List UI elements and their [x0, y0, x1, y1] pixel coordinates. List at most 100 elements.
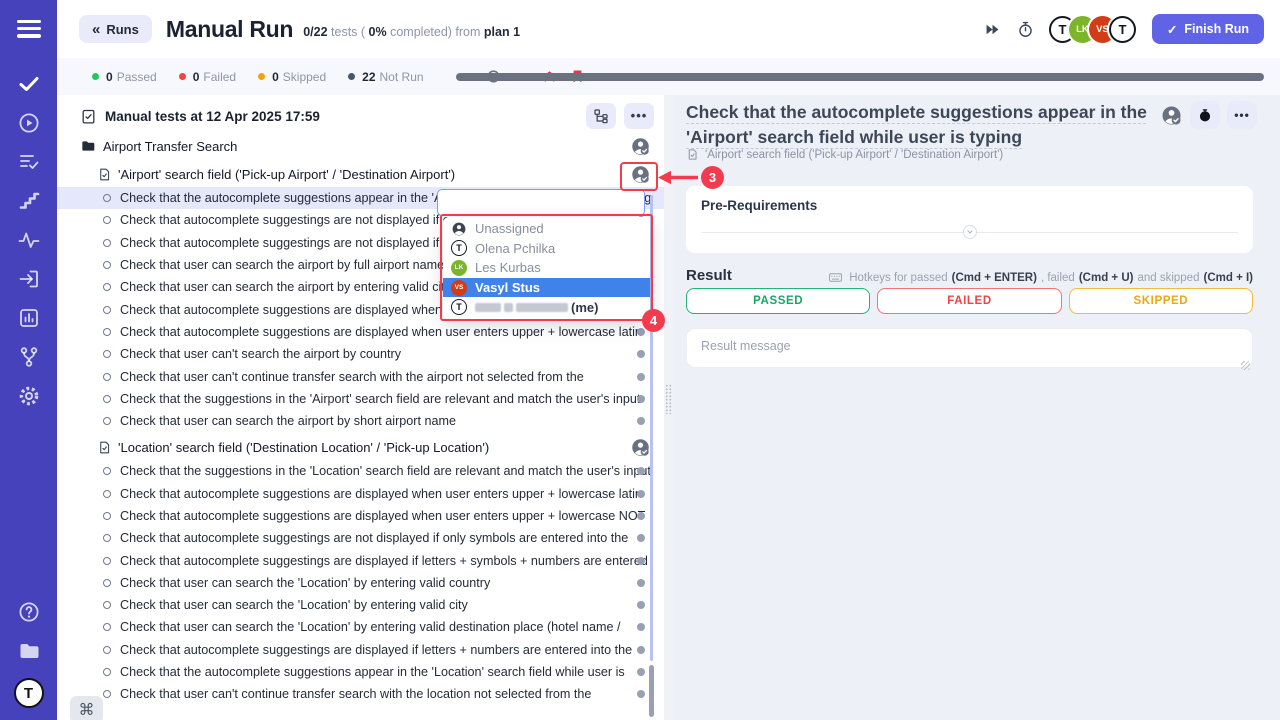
tests-check-icon[interactable]: [17, 72, 41, 96]
test-row[interactable]: Check that autocomplete suggestings are …: [57, 639, 664, 661]
test-status-circle-icon: [103, 623, 111, 631]
passed-count: 0Passed: [92, 70, 157, 84]
collapse-toggle-icon[interactable]: [963, 225, 977, 239]
test-notrun-dot: [637, 490, 645, 498]
test-status-circle-icon: [103, 668, 111, 676]
test-status-circle-icon: [103, 601, 111, 609]
skipped-button[interactable]: SKIPPED: [1069, 288, 1253, 314]
test-row[interactable]: Check that user can't continue transfer …: [57, 683, 664, 705]
tests-scrollbar-thumb-bottom[interactable]: [649, 665, 654, 717]
test-row[interactable]: Check that the suggestions in the 'Locat…: [57, 460, 664, 482]
test-row[interactable]: Check that autocomplete suggestions are …: [57, 321, 664, 343]
test-title: Check that autocomplete suggestings are …: [120, 554, 648, 568]
test-title: Check that user can't continue transfer …: [120, 370, 584, 384]
test-suite-icon: [97, 440, 112, 455]
skipped-dot: [258, 73, 265, 80]
section-divider: [701, 232, 1238, 233]
timer-bomb-button[interactable]: [1190, 101, 1220, 129]
test-row[interactable]: Check that user can search the 'Location…: [57, 572, 664, 594]
test-row[interactable]: Check that the suggestions in the 'Airpo…: [57, 388, 664, 410]
detail-more-button[interactable]: •••: [1227, 101, 1257, 129]
test-row[interactable]: Check that autocomplete suggestings are …: [57, 549, 664, 571]
folder-row[interactable]: Airport Transfer Search: [57, 133, 664, 159]
command-palette-button[interactable]: ⌘: [70, 696, 103, 720]
drag-grip-icon[interactable]: [665, 384, 672, 414]
failed-button[interactable]: FAILED: [877, 288, 1061, 314]
result-label: Result: [686, 267, 732, 284]
branches-icon[interactable]: [17, 345, 41, 369]
test-title: Check that user can search the airport b…: [120, 258, 444, 272]
assign-user-icon[interactable]: [1160, 104, 1183, 127]
test-detail-title[interactable]: Check that the autocomplete suggestions …: [686, 100, 1158, 150]
app-sidebar: T: [0, 0, 57, 720]
settings-gear-icon[interactable]: [17, 384, 41, 408]
test-status-circle-icon: [103, 328, 111, 336]
panel-more-button[interactable]: •••: [624, 103, 654, 129]
test-title: Check that user can search the 'Location…: [120, 598, 468, 612]
annotation-arrow-3: [656, 167, 702, 188]
assign-user-icon[interactable]: [630, 136, 651, 157]
test-status-circle-icon: [103, 557, 111, 565]
test-status-circle-icon: [103, 239, 111, 247]
hotkeys-hint: Hotkeys for passed(Cmd + ENTER) , failed…: [828, 270, 1253, 285]
back-to-runs-button[interactable]: « Runs: [79, 15, 152, 43]
test-notrun-dot: [637, 373, 645, 381]
import-icon[interactable]: [17, 267, 41, 291]
menu-icon[interactable]: [17, 16, 41, 42]
test-status-circle-icon: [103, 216, 111, 224]
analytics-pulse-icon[interactable]: [17, 228, 41, 252]
test-plans-icon[interactable]: [17, 150, 41, 174]
panel-resize-divider[interactable]: [664, 95, 673, 720]
test-row[interactable]: Check that autocomplete suggestings are …: [57, 527, 664, 549]
test-row[interactable]: Check that user can search the 'Location…: [57, 594, 664, 616]
bomb-icon: [1197, 107, 1213, 123]
passed-button[interactable]: PASSED: [686, 288, 870, 314]
test-row[interactable]: Check that autocomplete suggestions are …: [57, 505, 664, 527]
test-notrun-dot: [637, 512, 645, 520]
test-row[interactable]: Check that user can't continue transfer …: [57, 365, 664, 387]
finish-run-button[interactable]: ✓ Finish Run: [1152, 14, 1264, 44]
folder-name: Airport Transfer Search: [103, 139, 237, 154]
test-row[interactable]: Check that user can search the 'Location…: [57, 616, 664, 638]
test-detail-panel: Check that the autocomplete suggestions …: [673, 95, 1280, 720]
page-title: Manual Run: [166, 16, 293, 43]
test-notrun-dot: [637, 350, 645, 358]
test-title: Check that user can search the 'Location…: [120, 620, 620, 634]
run-group-title: Manual tests at 12 Apr 2025 17:59: [105, 109, 320, 124]
hierarchy-icon: [593, 108, 609, 124]
help-icon[interactable]: [17, 600, 41, 624]
test-status-circle-icon: [103, 646, 111, 654]
suite-name: 'Airport' search field ('Pick-up Airport…: [118, 167, 455, 182]
test-row[interactable]: Check that autocomplete suggestions are …: [57, 483, 664, 505]
test-row[interactable]: Check that the autocomplete suggestions …: [57, 661, 664, 683]
pre-requirements-label: Pre-Requirements: [701, 198, 817, 213]
test-notrun-dot: [637, 646, 645, 654]
result-message-input[interactable]: [686, 328, 1253, 368]
test-notrun-dot: [637, 579, 645, 587]
reports-chart-icon[interactable]: [17, 306, 41, 330]
run-play-icon[interactable]: [17, 111, 41, 135]
timer-icon[interactable]: [1016, 20, 1035, 39]
test-status-circle-icon: [103, 534, 111, 542]
steps-icon[interactable]: [17, 189, 41, 213]
test-row[interactable]: Check that user can't search the airport…: [57, 343, 664, 365]
skipped-count: 0Skipped: [258, 70, 326, 84]
projects-folder-icon[interactable]: [17, 639, 41, 663]
failed-count: 0Failed: [179, 70, 236, 84]
assignee-search-input[interactable]: [437, 189, 645, 216]
profile-avatar[interactable]: T: [14, 678, 44, 708]
test-status-circle-icon: [103, 690, 111, 698]
test-title: Check that user can search the 'Location…: [120, 576, 490, 590]
fast-forward-icon[interactable]: [983, 20, 1002, 39]
suite-row[interactable]: 'Airport' search field ('Pick-up Airport…: [57, 161, 664, 187]
suite-row[interactable]: 'Location' search field ('Destination Lo…: [57, 434, 664, 460]
test-row[interactable]: Check that user can search the airport b…: [57, 410, 664, 432]
test-status-circle-icon: [103, 350, 111, 358]
test-title: Check that user can search the airport b…: [120, 414, 456, 428]
resize-grip-icon[interactable]: [1241, 361, 1250, 370]
test-notrun-dot: [637, 668, 645, 676]
assign-user-icon[interactable]: [630, 437, 651, 458]
test-status-circle-icon: [103, 261, 111, 269]
tree-view-button[interactable]: [586, 103, 616, 129]
avatar[interactable]: T: [1109, 16, 1136, 43]
